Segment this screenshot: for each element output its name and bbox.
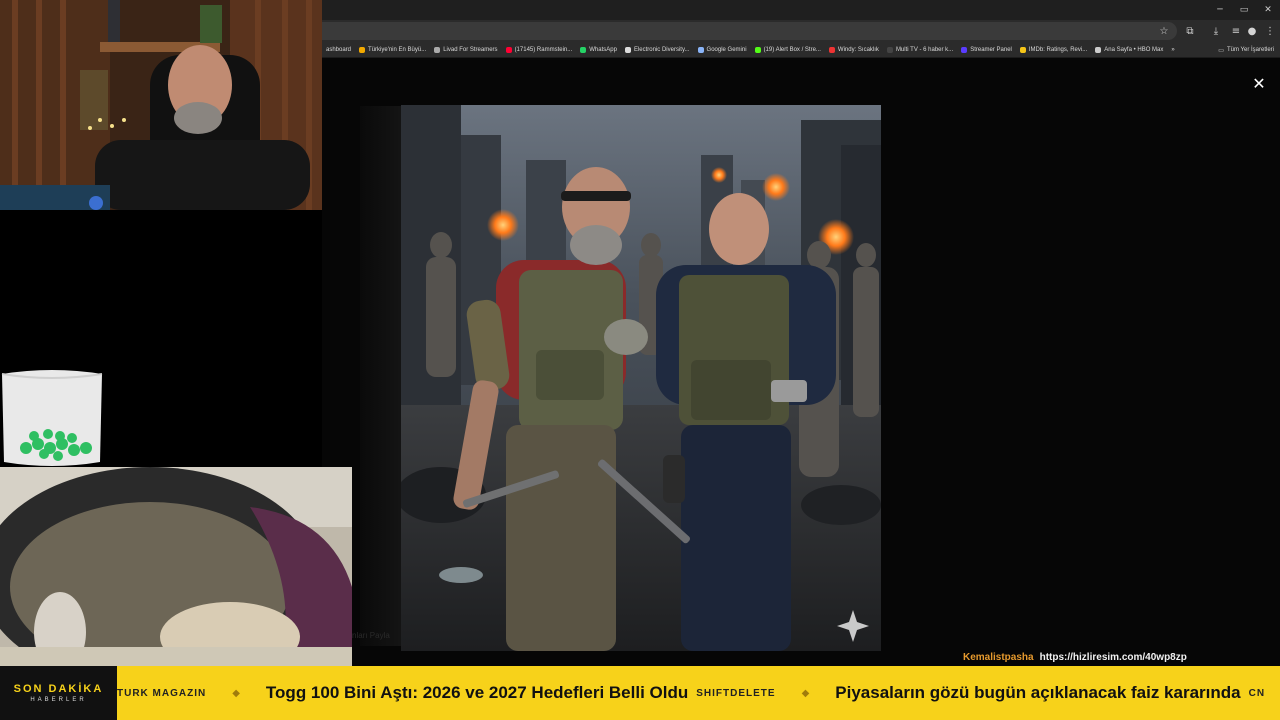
bookmark-label: IMDb: Ratings, Revi... bbox=[1028, 46, 1088, 53]
bookmark-label: Multi TV - 6 haber k... bbox=[895, 46, 954, 53]
bookmark-label: (17145) Rammstein... bbox=[514, 46, 573, 53]
bookmark-favicon-icon bbox=[1019, 46, 1026, 53]
bookmark-item[interactable]: Google Gemini bbox=[694, 46, 751, 53]
bookmark-favicon-icon bbox=[886, 46, 893, 53]
bookmark-favicon-icon bbox=[961, 46, 968, 53]
bookmark-favicon-icon bbox=[434, 46, 441, 53]
bookmark-item[interactable]: Electronic Diversity... bbox=[621, 46, 694, 53]
ticker-brand-subtitle: HABERLER bbox=[30, 697, 87, 703]
bookmark-label: Streamer Panel bbox=[970, 46, 1012, 53]
extension-icon[interactable]: ⧉ bbox=[1182, 23, 1198, 39]
bookmarks-bar: ashboard Türkiye'nin En Büyü... Livad For … bbox=[322, 42, 1280, 58]
bookmark-favicon-icon bbox=[1095, 46, 1102, 53]
alert-cup-widget bbox=[0, 366, 104, 470]
ticker-separator: ◆ bbox=[801, 687, 810, 699]
bookmark-label: ashboard bbox=[326, 46, 352, 53]
all-bookmarks-label: Tüm Yer İşaretleri bbox=[1226, 47, 1274, 53]
download-icon[interactable]: ⤓ bbox=[1208, 23, 1224, 39]
ticker-brand: SON DAKİKA HABERLER bbox=[0, 666, 117, 720]
bookmark-favicon-icon bbox=[624, 46, 631, 53]
maximize-icon[interactable]: ▭ bbox=[1232, 0, 1256, 20]
bookmark-item[interactable]: Ana Sayfa • HBO Max bbox=[1091, 46, 1167, 53]
bookmark-item[interactable]: Streamer Panel bbox=[957, 46, 1016, 53]
bookmark-label: WhatsApp bbox=[589, 46, 617, 53]
ticker-brand-title: SON DAKİKA bbox=[13, 683, 104, 695]
folder-icon: ▭ bbox=[1218, 47, 1224, 54]
all-bookmarks-button[interactable]: ▭ Tüm Yer İşaretleri bbox=[1218, 42, 1274, 57]
ticker-source: CN bbox=[1248, 687, 1266, 699]
stream-scene: ─ ▭ ✕ ☆ ⧉ ⤓ ≡ ● ⋮ ashboard Türkiye'nin En… bbox=[0, 0, 1280, 720]
bookmark-item[interactable]: Windy: Sıcaklık bbox=[825, 46, 883, 53]
bookmark-item[interactable]: Multi TV - 6 haber k... bbox=[883, 46, 957, 53]
apocalypse-art-image bbox=[401, 105, 881, 651]
close-window-icon[interactable]: ✕ bbox=[1256, 0, 1280, 20]
close-viewer-icon[interactable]: ✕ bbox=[1250, 74, 1268, 93]
ticker-source: SHIFTDELETE bbox=[696, 687, 776, 699]
ticker-source: TURK MAGAZIN bbox=[117, 687, 207, 699]
bookmark-favicon-icon bbox=[359, 46, 366, 53]
bookmark-item[interactable]: Türkiye'nin En Büyü... bbox=[355, 46, 430, 53]
bookmark-label: Electronic Diversity... bbox=[633, 46, 690, 53]
pet-camera bbox=[0, 467, 352, 666]
chat-message: Kemalistpasha https://hizliresim.com/40wp… bbox=[963, 652, 1187, 663]
background-ghost-panel bbox=[360, 106, 404, 646]
bookmark-item[interactable]: IMDb: Ratings, Revi... bbox=[1016, 46, 1091, 53]
news-ticker: SON DAKİKA HABERLER TURK MAGAZIN ◆ Togg … bbox=[0, 666, 1280, 720]
ticker-separator: ◆ bbox=[232, 687, 240, 699]
bookmark-favicon-icon bbox=[580, 46, 587, 53]
bookmark-item[interactable]: WhatsApp bbox=[576, 46, 621, 53]
window-controls: ─ ▭ ✕ bbox=[1208, 0, 1280, 20]
bookmark-label: (19) Alert Box / Stre... bbox=[763, 46, 821, 53]
minimize-icon[interactable]: ─ bbox=[1208, 0, 1232, 20]
bookmark-item[interactable]: ashboard bbox=[322, 47, 355, 53]
bookmarks-overflow-button[interactable]: » bbox=[1167, 47, 1178, 53]
media-icon[interactable]: ≡ bbox=[1228, 23, 1244, 39]
pet-camera-image bbox=[0, 467, 352, 666]
webcam-image bbox=[0, 0, 322, 210]
browser-titlebar: ─ ▭ ✕ bbox=[322, 0, 1280, 20]
cup-image bbox=[0, 366, 104, 470]
bookmark-label: Livad For Streamers bbox=[443, 46, 498, 53]
chat-username: Kemalistpasha bbox=[963, 652, 1034, 663]
bookmark-favicon-icon bbox=[754, 46, 761, 53]
bookmark-label: Google Gemini bbox=[706, 46, 747, 53]
bookmark-item[interactable]: Livad For Streamers bbox=[430, 46, 501, 53]
bookmark-item[interactable]: (19) Alert Box / Stre... bbox=[751, 46, 825, 53]
menu-icon[interactable]: ⋮ bbox=[1262, 23, 1278, 39]
chat-message-text[interactable]: https://hizliresim.com/40wp8zp bbox=[1040, 652, 1187, 663]
bookmark-label: Ana Sayfa • HBO Max bbox=[1104, 46, 1164, 53]
browser-toolbar: ☆ ⧉ ⤓ ≡ ● ⋮ bbox=[322, 20, 1280, 42]
bookmark-label: Türkiye'nin En Büyü... bbox=[368, 46, 427, 53]
ticker-headline: Piyasaların gözü bugün açıklanacak faiz … bbox=[835, 683, 1241, 702]
ticker-headline: Togg 100 Bini Aştı: 2026 ve 2027 Hedefle… bbox=[265, 683, 689, 702]
bookmark-item[interactable]: (17145) Rammstein... bbox=[502, 46, 577, 53]
viewer-image bbox=[401, 105, 881, 651]
address-bar[interactable] bbox=[322, 22, 1177, 40]
bookmark-favicon-icon bbox=[697, 46, 704, 53]
bookmark-favicon-icon bbox=[828, 46, 835, 53]
streamer-webcam bbox=[0, 0, 322, 210]
ticker-track: TURK MAGAZIN ◆ Togg 100 Bini Aştı: 2026 … bbox=[117, 666, 1265, 720]
bookmark-favicon-icon bbox=[505, 46, 512, 53]
profile-icon[interactable]: ● bbox=[1244, 23, 1260, 39]
star-icon[interactable]: ☆ bbox=[1156, 23, 1172, 39]
bookmark-label: Windy: Sıcaklık bbox=[837, 46, 879, 53]
background-ghost-text: nları Payla bbox=[352, 631, 390, 640]
